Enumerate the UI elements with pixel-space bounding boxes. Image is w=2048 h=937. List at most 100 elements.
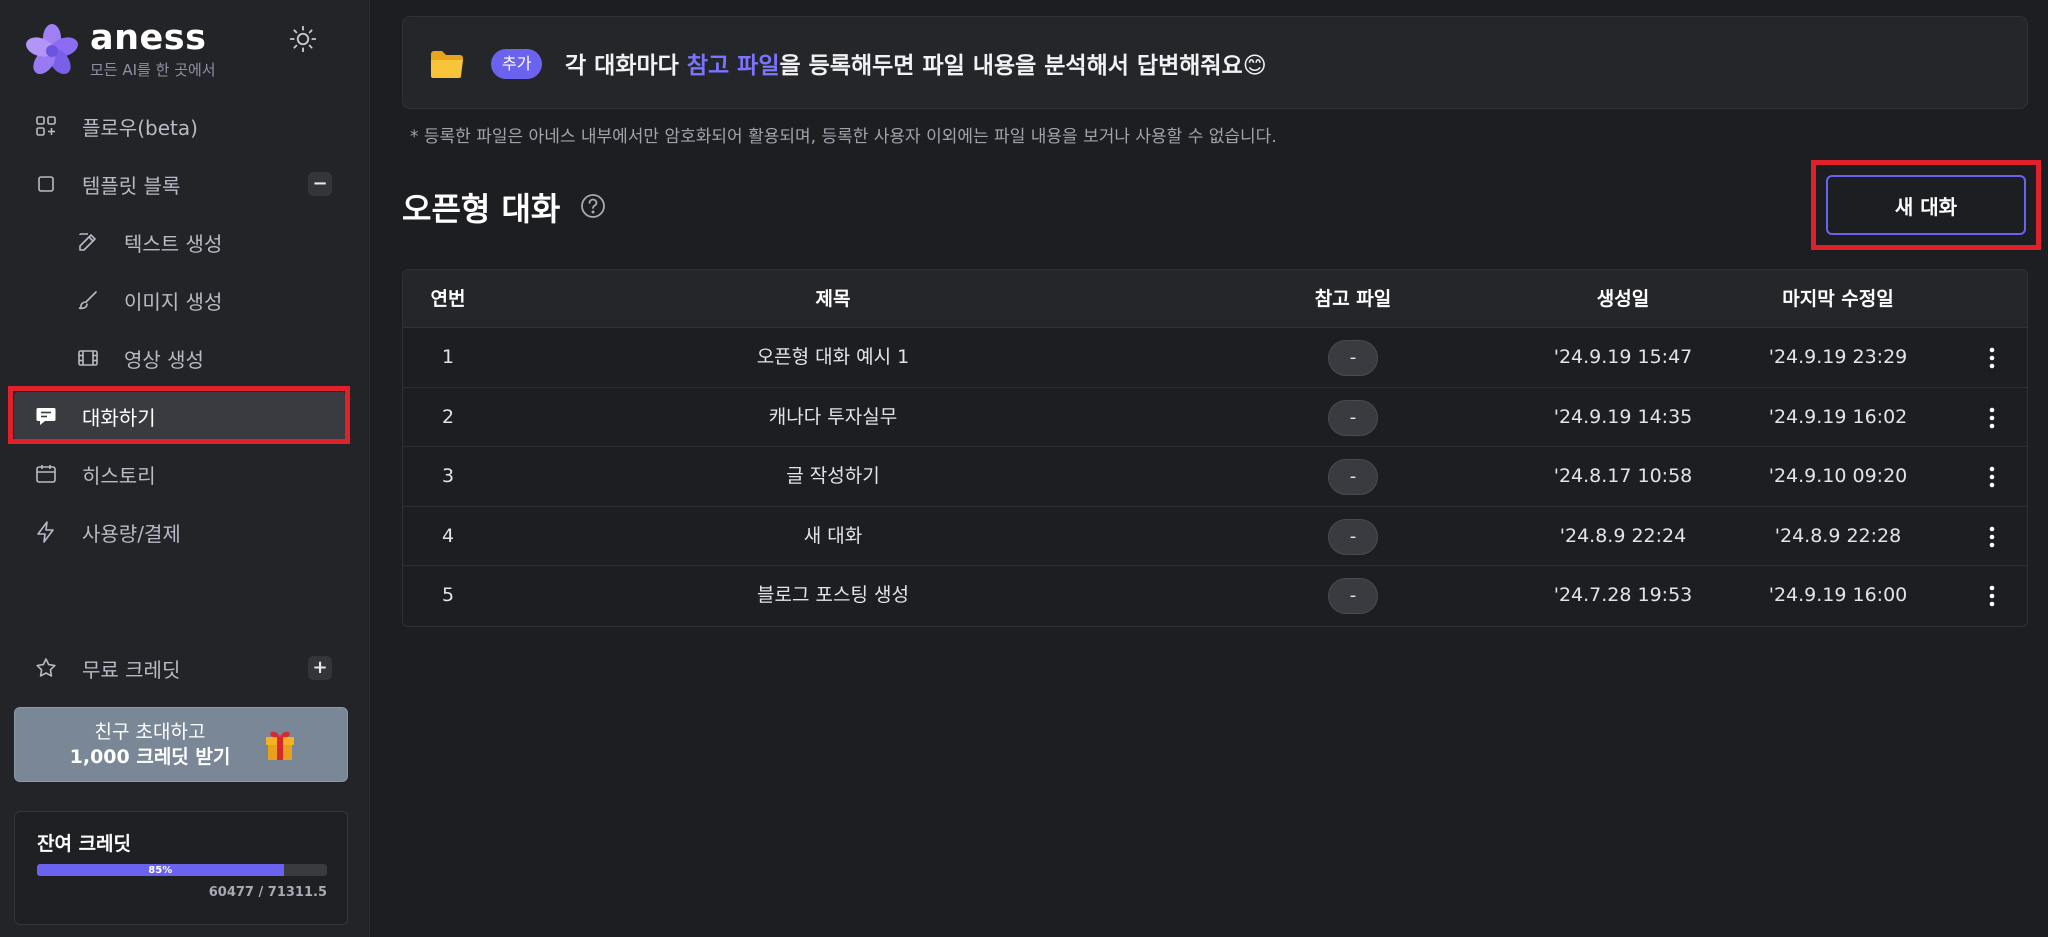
file-pill[interactable]: - (1328, 399, 1378, 436)
table-row[interactable]: 4 새 대화 - '24.8.9 22:24 '24.8.9 22:28 (403, 507, 2027, 566)
sidebar: aness 모든 AI를 한 곳에서 플로우(beta) 템플릿 블록 − 텍스 (0, 0, 370, 937)
table-row[interactable]: 5 블로그 포스팅 생성 - '24.7.28 19:53 '24.9.19 1… (403, 566, 2027, 626)
cell-created: '24.9.19 14:35 (1553, 405, 1693, 428)
table-row[interactable]: 2 캐나다 투자실무 - '24.9.19 14:35 '24.9.19 16:… (403, 388, 2027, 447)
file-pill[interactable]: - (1328, 518, 1378, 555)
cell-title[interactable]: 글 작성하기 (493, 447, 1173, 506)
kebab-menu-icon (1989, 347, 1995, 369)
more-options-button[interactable] (1979, 405, 2005, 431)
cell-created: '24.8.9 22:24 (1559, 524, 1687, 547)
sidebar-item-label: 무료 크레딧 (82, 657, 181, 682)
cell-created: '24.8.17 10:58 (1553, 465, 1693, 487)
sidebar-item-text-generation[interactable]: 텍스트 생성 (14, 218, 346, 266)
header-file: 참고 파일 (1314, 288, 1392, 310)
highlight-box-new-chat (1811, 160, 2041, 250)
remaining-credit-card: 잔여 크레딧 85% 60477 / 71311.5 (14, 811, 348, 925)
brand[interactable]: aness 모든 AI를 한 곳에서 (24, 20, 216, 80)
film-icon (78, 350, 98, 366)
more-options-button[interactable] (1979, 464, 2005, 490)
sidebar-item-template-block[interactable]: 템플릿 블록 − (14, 160, 346, 208)
cell-modified: '24.9.19 16:02 (1768, 405, 1908, 428)
collapse-button[interactable]: − (308, 172, 332, 196)
brand-tagline: 모든 AI를 한 곳에서 (90, 61, 216, 79)
sidebar-item-label: 플로우(beta) (82, 115, 198, 140)
invite-line1: 친구 초대하고 (94, 720, 206, 743)
gift-icon (266, 731, 294, 760)
flow-grid-icon (36, 116, 56, 136)
banner-text-after: 을 등록해두면 파일 내용을 분석해서 답변해줘요😊 (779, 53, 1267, 79)
sidebar-item-label: 텍스트 생성 (124, 231, 223, 256)
invite-line2: 1,000 크레딧 받기 (69, 745, 231, 768)
sidebar-item-history[interactable]: 히스토리 (14, 450, 346, 498)
kebab-menu-icon (1989, 526, 1995, 547)
add-badge[interactable]: 추가 (491, 49, 543, 79)
page-title: 오픈형 대화 (402, 190, 561, 228)
cell-no: 5 (441, 584, 455, 606)
kebab-menu-icon (1989, 466, 1995, 488)
highlight-box-chat (8, 386, 350, 444)
cell-no: 3 (441, 465, 455, 487)
reference-file-banner: 추가 각 대화마다 참고 파일을 등록해두면 파일 내용을 분석해서 답변해줘요… (402, 16, 2028, 109)
header-created: 생성일 (1596, 288, 1650, 310)
file-pill[interactable]: - (1328, 459, 1378, 495)
pencil-icon (79, 233, 96, 251)
credit-title: 잔여 크레딧 (37, 833, 132, 855)
cell-no: 4 (441, 524, 455, 547)
table-row[interactable]: 1 오픈형 대화 예시 1 - '24.9.19 15:47 '24.9.19 … (403, 328, 2027, 388)
cell-created: '24.9.19 15:47 (1553, 346, 1693, 368)
sidebar-item-usage-billing[interactable]: 사용량/결제 (14, 508, 346, 556)
lightning-icon (37, 521, 54, 543)
cell-no: 2 (441, 405, 455, 428)
more-options-button[interactable] (1979, 524, 2005, 550)
cell-title[interactable]: 오픈형 대화 예시 1 (493, 328, 1173, 387)
cell-title[interactable]: 블로그 포스팅 생성 (493, 566, 1173, 625)
cell-modified: '24.8.9 22:28 (1774, 524, 1902, 547)
more-options-button[interactable] (1979, 345, 2005, 371)
brand-name: aness (90, 18, 207, 58)
kebab-menu-icon (1989, 407, 1995, 428)
cell-modified: '24.9.19 16:00 (1768, 584, 1908, 606)
sidebar-item-label: 템플릿 블록 (82, 173, 181, 198)
cell-created: '24.7.28 19:53 (1553, 584, 1693, 606)
sidebar-item-flow[interactable]: 플로우(beta) (14, 102, 346, 150)
header-no: 연번 (430, 288, 466, 310)
sun-icon (289, 25, 317, 53)
cell-modified: '24.9.10 09:20 (1768, 465, 1908, 487)
banner-text-before: 각 대화마다 (565, 53, 687, 79)
file-pill[interactable]: - (1328, 578, 1378, 614)
help-icon[interactable] (580, 193, 606, 219)
file-pill[interactable]: - (1328, 340, 1378, 376)
sidebar-item-label: 영상 생성 (124, 347, 204, 372)
square-icon (38, 176, 54, 192)
banner-text-accent: 참고 파일 (686, 53, 780, 79)
header-modified: 마지막 수정일 (1782, 288, 1894, 310)
sidebar-item-label: 사용량/결제 (82, 521, 181, 546)
cell-title[interactable]: 캐나다 투자실무 (493, 388, 1173, 447)
cell-no: 1 (441, 346, 455, 368)
header-title: 제목 (815, 288, 851, 310)
sidebar-item-free-credit[interactable]: 무료 크레딧 + (14, 644, 346, 692)
credit-progress-fill: 85% (37, 864, 284, 876)
sidebar-item-label: 이미지 생성 (124, 289, 223, 314)
calendar-icon (36, 465, 56, 483)
privacy-notice: * 등록한 파일은 아네스 내부에서만 암호화되어 활용되며, 등록한 사용자 … (410, 127, 1277, 147)
star-icon (36, 658, 56, 677)
expand-button[interactable]: + (308, 656, 332, 680)
table-header: 연번 제목 참고 파일 생성일 마지막 수정일 (403, 270, 2027, 328)
credit-progress-bar: 85% (37, 864, 327, 876)
cell-title[interactable]: 새 대화 (493, 507, 1173, 566)
chat-table: 연번 제목 참고 파일 생성일 마지막 수정일 1 오픈형 대화 예시 1 - … (402, 269, 2028, 627)
folder-icon (431, 51, 463, 78)
more-options-button[interactable] (1979, 583, 2005, 609)
invite-friend-button[interactable]: 친구 초대하고 1,000 크레딧 받기 (14, 707, 348, 782)
table-row[interactable]: 3 글 작성하기 - '24.8.17 10:58 '24.9.10 09:20 (403, 447, 2027, 507)
sidebar-item-image-generation[interactable]: 이미지 생성 (14, 276, 346, 324)
brush-icon (78, 291, 97, 310)
kebab-menu-icon (1989, 585, 1995, 607)
sidebar-item-video-generation[interactable]: 영상 생성 (14, 334, 346, 382)
theme-toggle-button[interactable] (286, 22, 320, 56)
sidebar-item-label: 히스토리 (82, 463, 156, 488)
cell-modified: '24.9.19 23:29 (1768, 346, 1908, 368)
invite-text: 친구 초대하고 1,000 크레딧 받기 (15, 720, 285, 770)
flower-logo-icon (26, 24, 78, 75)
